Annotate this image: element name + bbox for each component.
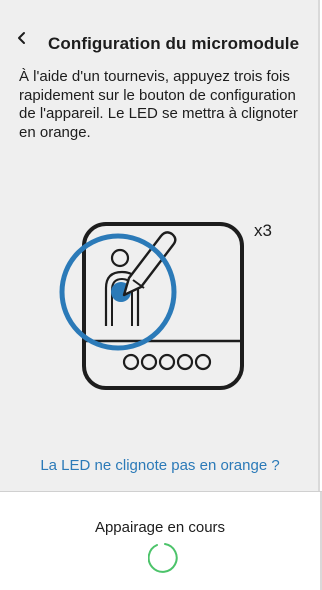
terminal-2 (140, 353, 158, 371)
back-button[interactable] (12, 30, 32, 50)
loading-spinner-icon (147, 541, 182, 580)
footer: Appairage en cours (0, 491, 322, 590)
terminal-4 (176, 353, 194, 371)
terminal-3 (158, 353, 176, 371)
led-indicator (110, 248, 130, 268)
chevron-left-icon (16, 31, 28, 50)
main-panel: Configuration du micromodule À l'aide d'… (0, 0, 320, 491)
pairing-status-text: Appairage en cours (94, 519, 226, 536)
press-count-label: x3 (254, 221, 272, 240)
pairing-screen: Configuration du micromodule À l'aide d'… (0, 0, 322, 590)
micromodule-illustration: x3 (56, 216, 286, 401)
terminal-5 (194, 353, 212, 371)
header: Configuration du micromodule (0, 0, 320, 58)
instructions-text: À l'aide d'un tournevis, appuyez trois f… (19, 68, 298, 141)
led-not-blinking-link[interactable]: La LED ne clignote pas en orange ? (0, 457, 320, 474)
terminal-1 (122, 353, 140, 371)
page-title: Configuration du micromodule (48, 34, 300, 53)
